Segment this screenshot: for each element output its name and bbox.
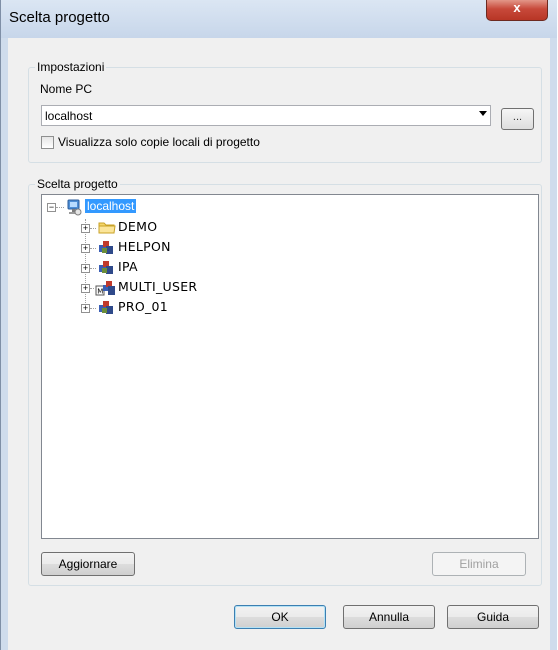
browse-pc-button[interactable]: ... [501,108,534,130]
tree-connector [90,288,94,289]
dialog-client: Impostazioni Nome PC localhost ... Visua… [8,38,550,650]
expand-icon[interactable]: + [81,224,90,233]
tree-node-helpon[interactable]: + HELPON [42,239,242,257]
dialog-window: Scelta progetto x Impostazioni Nome PC l… [0,0,557,650]
project-group-title: Scelta progetto [35,177,120,191]
folder-icon [98,222,116,234]
tree-node-label[interactable]: HELPON [118,239,171,254]
close-icon: x [513,0,521,15]
help-button[interactable]: Guida [447,605,539,629]
tree-connector [90,308,96,309]
expand-icon[interactable]: + [81,284,90,293]
tree-node-localhost[interactable]: − localhost [42,199,242,217]
tree-connector [56,207,64,208]
ok-button[interactable]: OK [234,605,326,629]
collapse-icon[interactable]: − [47,203,56,212]
local-only-checkbox-label[interactable]: Visualizza solo copie locali di progetto [58,135,260,149]
tree-node-ipa[interactable]: + IPA [42,259,242,277]
tree-node-pro-01[interactable]: + PRO_01 [42,299,242,317]
tree-node-label[interactable]: localhost [85,199,137,213]
project-icon [99,241,113,254]
close-button[interactable]: x [486,0,548,21]
svg-text:M: M [97,288,103,296]
window-title: Scelta progetto [9,9,110,26]
settings-group-title: Impostazioni [35,60,107,74]
tree-connector [90,228,96,229]
expand-icon[interactable]: + [81,244,90,253]
refresh-button[interactable]: Aggiornare [41,552,135,576]
title-bar[interactable]: Scelta progetto x [1,0,557,38]
pc-name-value: localhost [45,109,93,123]
expand-icon[interactable]: + [81,304,90,313]
project-tree[interactable]: − localhost + DEMO + HELPON + IPA + M MU… [41,194,539,539]
local-only-checkbox[interactable] [41,136,54,149]
multiuser-project-icon: M [95,281,115,296]
pc-name-combobox[interactable]: localhost [41,105,491,126]
tree-node-label[interactable]: PRO_01 [118,299,168,314]
tree-node-multi-user[interactable]: + M MULTI_USER [42,279,262,297]
delete-button[interactable]: Elimina [432,552,526,576]
project-icon [99,261,113,274]
cancel-button[interactable]: Annulla [343,605,435,629]
tree-node-label[interactable]: DEMO [118,219,157,234]
tree-node-label[interactable]: IPA [118,259,138,274]
tree-connector [90,248,96,249]
chevron-down-icon[interactable] [479,111,487,116]
computer-icon [67,199,82,216]
expand-icon[interactable]: + [81,264,90,273]
pc-name-label: Nome PC [40,82,93,96]
tree-connector [90,268,96,269]
project-icon [99,301,113,314]
tree-node-label[interactable]: MULTI_USER [118,279,197,294]
tree-node-demo[interactable]: + DEMO [42,219,242,237]
